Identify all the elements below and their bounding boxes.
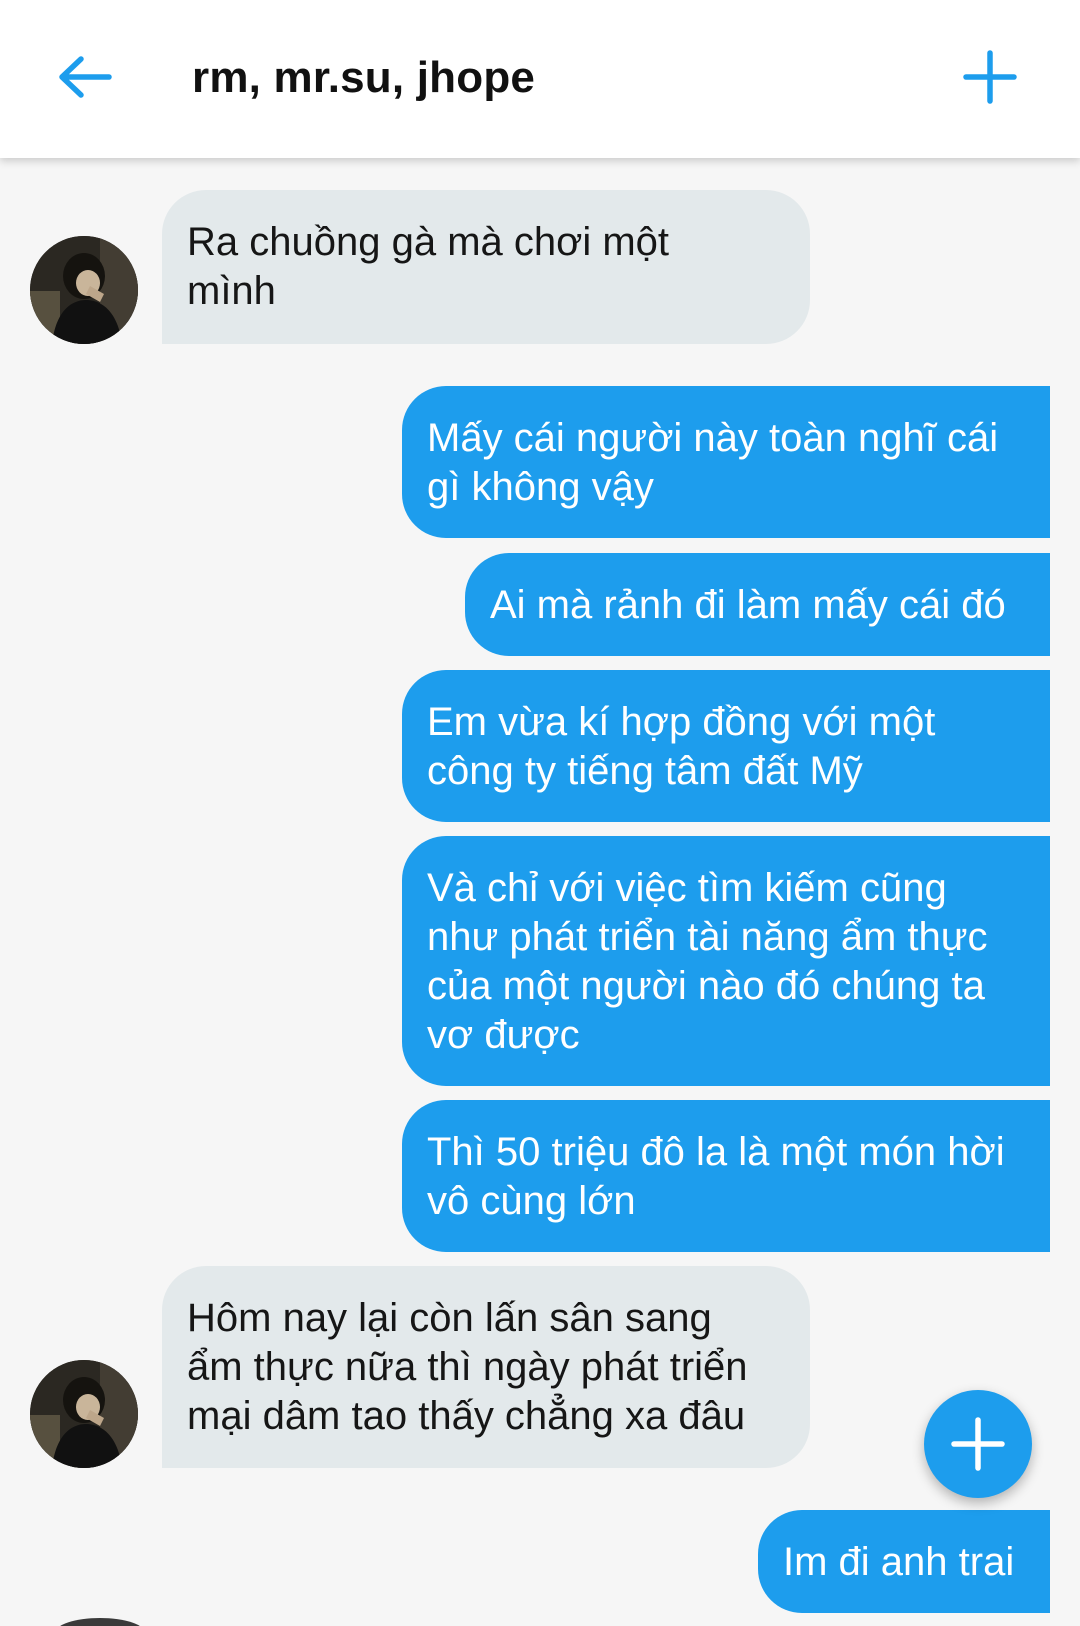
conversation-title: rm, mr.su, jhope: [192, 53, 536, 102]
message-bubble[interactable]: Và chỉ với việc tìm kiếm cũng như phát t…: [402, 836, 1050, 1086]
compose-button[interactable]: [924, 1390, 1032, 1498]
back-button[interactable]: [50, 42, 120, 112]
message-bubble[interactable]: Em vừa kí hợp đồng với một công ty tiếng…: [402, 670, 1050, 822]
message-bubble[interactable]: Ra chuồng gà mà chơi một mình: [162, 190, 810, 344]
message-list[interactable]: Ra chuồng gà mà chơi một mình Mấy cái ng…: [0, 158, 1080, 1626]
message-bubble[interactable]: Hôm nay lại còn lấn sân sang ẩm thực nữa…: [162, 1266, 810, 1468]
chat-header: rm, mr.su, jhope: [0, 0, 1080, 158]
avatar-photo: [30, 236, 138, 344]
chat-screen: rm, mr.su, jhope Ra chuồng gà mà chơi mộ…: [0, 0, 1080, 1626]
plus-icon: [951, 1417, 1005, 1471]
plus-icon: [963, 50, 1017, 104]
add-participant-button[interactable]: [955, 42, 1025, 112]
arrow-left-icon: [59, 56, 112, 98]
avatar[interactable]: [30, 1360, 138, 1468]
avatar-photo: [30, 1360, 138, 1468]
message-bubble[interactable]: Im đi anh trai: [758, 1510, 1050, 1613]
message-bubble[interactable]: Thì 50 triệu đô la là một món hời vô cùn…: [402, 1100, 1050, 1252]
message-bubble[interactable]: Ai mà rảnh đi làm mấy cái đó: [465, 553, 1050, 656]
message-bubble[interactable]: Mấy cái người này toàn nghĩ cái gì không…: [402, 386, 1050, 538]
avatar[interactable]: [30, 236, 138, 344]
